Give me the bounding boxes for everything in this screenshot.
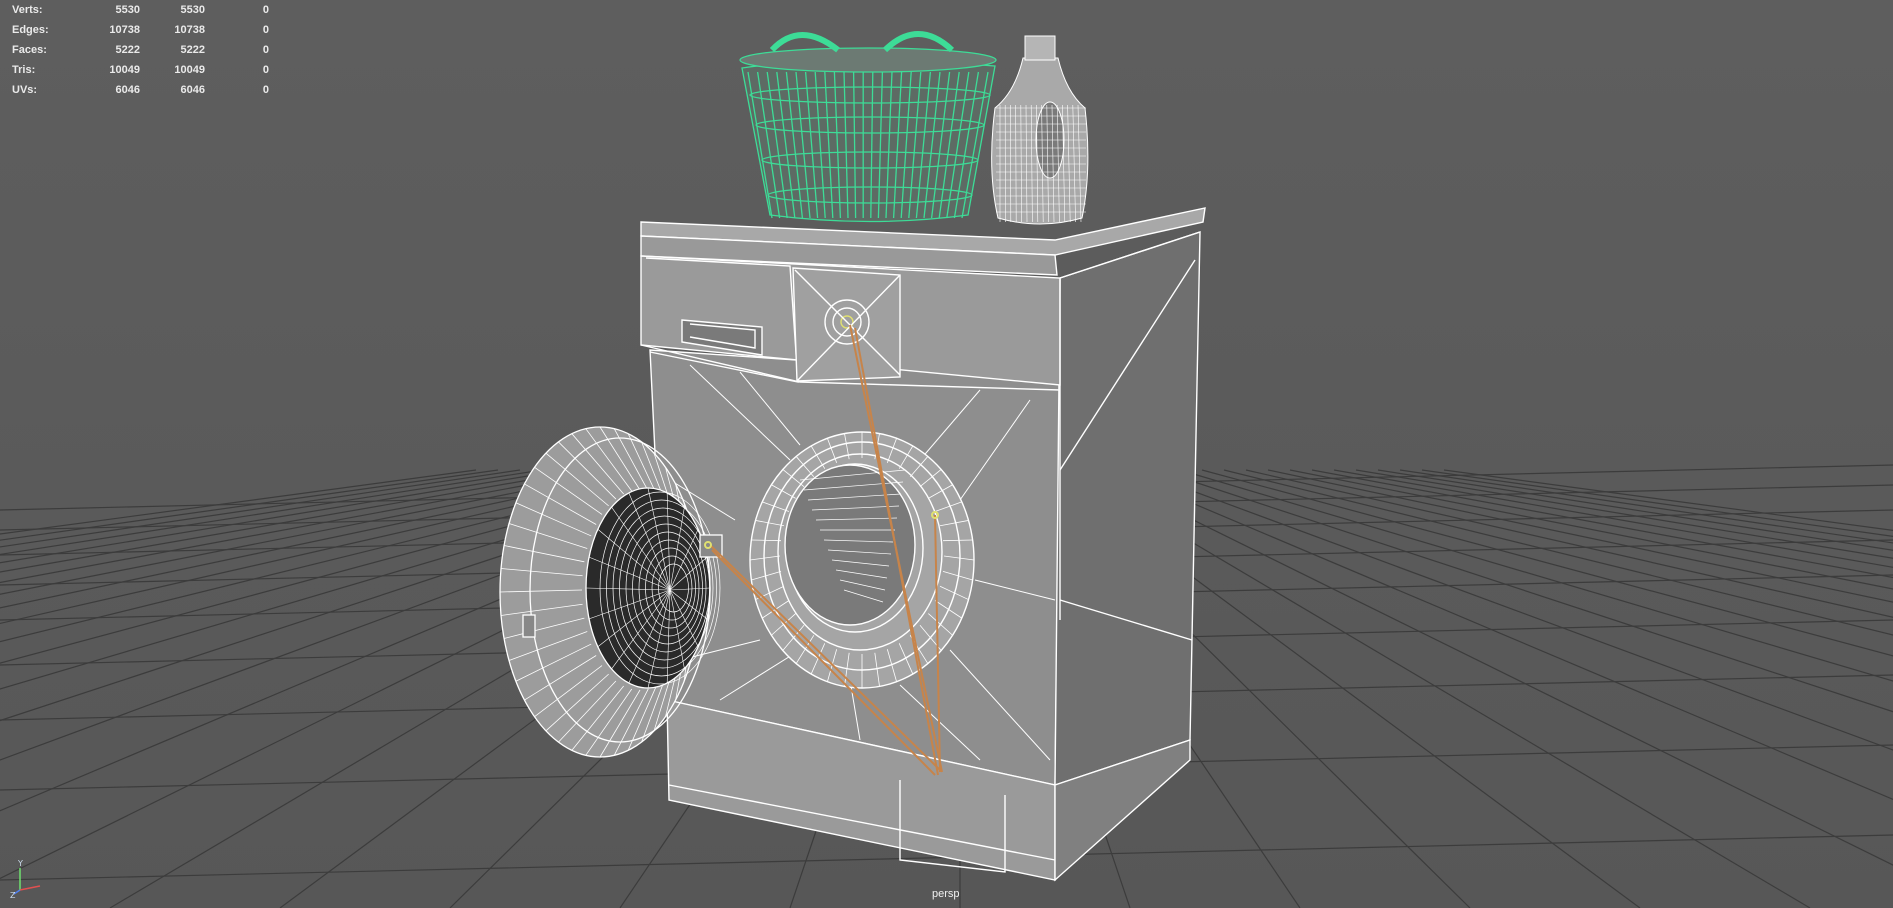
grid-line <box>1113 469 1893 800</box>
hud-value: 5530 <box>180 4 205 16</box>
hud-value: 0 <box>262 44 269 56</box>
hud-label: Tris: <box>12 64 36 76</box>
grid-line <box>1333 469 1893 568</box>
poly-count-hud: Verts: 5530 5530 0 Edges: 10738 10738 0 Faces: 52… <box>12 0 269 100</box>
hud-value: 10049 <box>109 64 140 76</box>
hud-value: 10738 <box>174 24 205 36</box>
washing-machine-mesh[interactable] <box>640 207 1206 882</box>
grid-line <box>1377 469 1893 551</box>
axis-gizmo-icon: Y Z <box>10 859 41 898</box>
bottle-cap <box>1024 35 1056 61</box>
grid-line <box>0 469 477 535</box>
axis-y-label: Y <box>17 859 23 868</box>
hud-row: Tris: 10049 10049 0 <box>12 60 269 80</box>
hud-value: 0 <box>262 64 269 76</box>
hud-row: Faces: 5222 5222 0 <box>12 40 269 60</box>
machine-side-face <box>1054 231 1201 786</box>
hud-value: 5530 <box>115 4 140 16</box>
grid-line <box>1399 469 1893 544</box>
hud-label: Faces: <box>12 44 47 56</box>
basket-rim <box>739 47 997 73</box>
hud-value: 10049 <box>174 64 205 76</box>
hud-value: 10738 <box>109 24 140 36</box>
grid-line <box>1135 469 1893 751</box>
grid-line <box>0 469 521 548</box>
detergent-bottle[interactable] <box>991 35 1089 225</box>
hud-value: 0 <box>262 4 269 16</box>
3d-viewport[interactable]: Verts: 5530 5530 0 Edges: 10738 10738 0 Faces: 52… <box>0 0 1893 908</box>
drum-porthole[interactable] <box>749 431 975 689</box>
camera-name-label: persp <box>932 888 960 900</box>
door-glass <box>585 487 711 689</box>
grid-line <box>0 469 587 573</box>
hud-value: 0 <box>262 84 269 96</box>
hud-label: Edges: <box>12 24 49 36</box>
door-handle <box>522 614 536 638</box>
scene-canvas[interactable] <box>0 0 1893 908</box>
hud-value: 0 <box>262 24 269 36</box>
hud-row: UVs: 6046 6046 0 <box>12 80 269 100</box>
hud-value: 5222 <box>180 44 205 56</box>
axis-z-label: Z <box>10 891 16 898</box>
hud-value: 6046 <box>180 84 205 96</box>
hud-label: UVs: <box>12 84 38 96</box>
laundry-basket-selected[interactable] <box>739 31 997 223</box>
hud-value: 5222 <box>115 44 140 56</box>
hud-row: Verts: 5530 5530 0 <box>12 0 269 20</box>
basket-handle-left <box>769 32 840 53</box>
grid-line <box>0 469 543 556</box>
hud-row: Edges: 10738 10738 0 <box>12 20 269 40</box>
hud-label: Verts: <box>12 4 43 16</box>
hud-value: 6046 <box>115 84 140 96</box>
